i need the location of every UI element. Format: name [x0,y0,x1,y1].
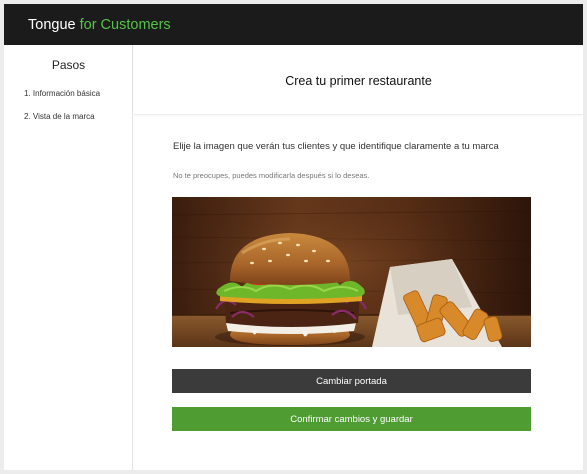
cover-image [172,197,531,347]
helper-note: No te preocupes, puedes modificarla desp… [173,171,370,180]
steps-sidebar: Pasos 1. Información básica 2. Vista de … [4,45,133,470]
change-cover-button[interactable]: Cambiar portada [172,369,531,393]
burger-photo [172,197,531,347]
brand-subtitle: for Customers [79,17,171,33]
brand-logo[interactable]: Tongue for Customers [28,17,171,33]
instruction-text: Elije la imagen que verán tus clientes y… [173,141,499,152]
brand-name: Tongue [28,17,76,33]
step-basic-info[interactable]: 1. Información básica [24,89,100,98]
page-title: Crea tu primer restaurante [285,74,432,88]
top-bar: Tongue for Customers [4,4,583,45]
confirm-save-button[interactable]: Confirmar cambios y guardar [172,407,531,431]
main-panel: Crea tu primer restaurante Elije la imag… [134,45,583,470]
steps-title: Pasos [51,58,86,72]
step-brand-view[interactable]: 2. Vista de la marca [24,112,95,121]
app-window: Tongue for Customers Pasos 1. Informació… [4,4,583,470]
main-header: Crea tu primer restaurante [134,45,583,115]
